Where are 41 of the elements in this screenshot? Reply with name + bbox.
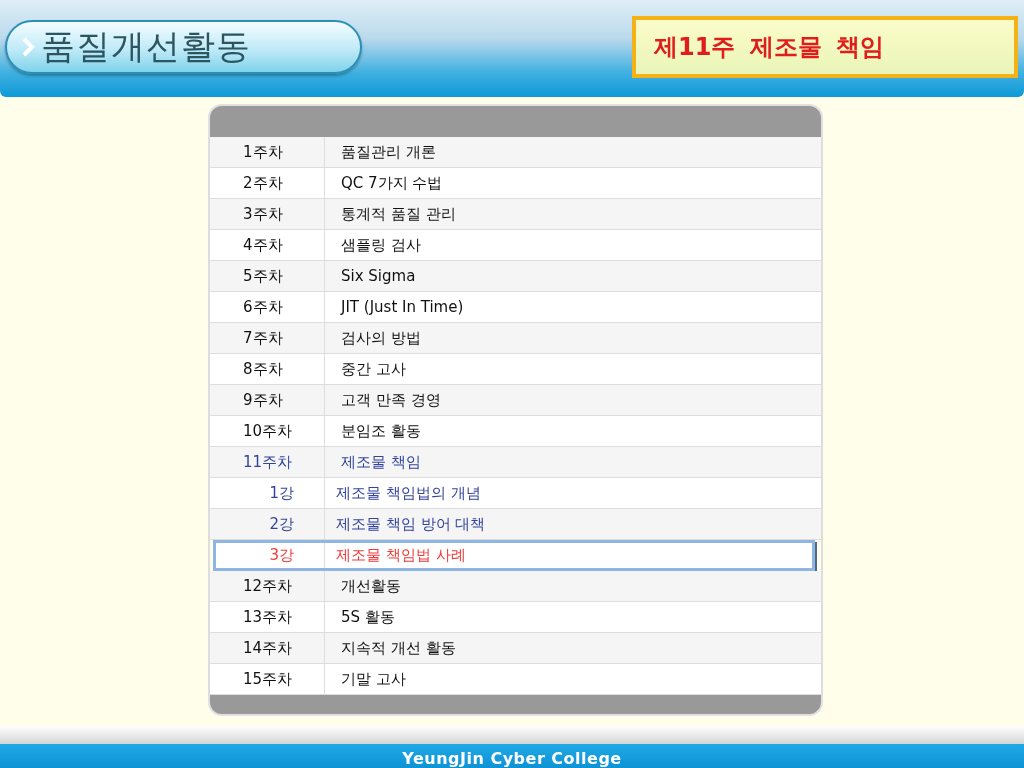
week-label[interactable]: 13주차 (243, 607, 293, 627)
week-title[interactable]: 중간 고사 (341, 359, 406, 379)
week-label[interactable]: 7주차 (243, 328, 283, 348)
week-title[interactable]: QC 7가지 수법 (341, 173, 443, 193)
lecture-title[interactable]: 제조물 책임법 사례 (336, 546, 466, 565)
lecture-label[interactable]: 2강 (269, 514, 294, 534)
chevron-icon (21, 35, 35, 58)
week-title[interactable]: 제조물 책임 (341, 452, 421, 472)
week-label[interactable]: 14주차 (243, 638, 293, 658)
week-title[interactable]: 검사의 방법 (341, 328, 421, 348)
college-name: YeungJin Cyber College (402, 748, 622, 768)
week-label[interactable]: 9주차 (243, 390, 283, 410)
week-title[interactable]: 기말 고사 (341, 669, 406, 689)
lecture-label[interactable]: 1강 (269, 483, 294, 503)
week-title[interactable]: 분임조 활동 (341, 421, 421, 441)
week-label[interactable]: 5주차 (243, 266, 283, 286)
week-label[interactable]: 10주차 (243, 421, 293, 441)
lecture-title[interactable]: 제조물 책임법의 개념 (336, 483, 481, 503)
week-title[interactable]: 지속적 개선 활동 (341, 638, 456, 658)
week-label[interactable]: 11주차 (243, 452, 293, 472)
course-title: 품질개선활동 (41, 24, 251, 68)
week-label[interactable]: 6주차 (243, 297, 283, 317)
lecture-label[interactable]: 3강 (269, 546, 294, 565)
week-title[interactable]: 고객 만족 경영 (341, 390, 441, 410)
current-topic: 제11주 제조물 책임 (632, 15, 1018, 78)
week-label[interactable]: 3주차 (243, 204, 283, 224)
week-title[interactable]: 품질관리 개론 (341, 142, 436, 162)
week-title[interactable]: 개선활동 (341, 576, 401, 596)
week-title[interactable]: 5S 활동 (341, 607, 395, 627)
week-title[interactable]: 통계적 품질 관리 (341, 204, 456, 224)
week-label[interactable]: 4주차 (243, 235, 283, 255)
week-title[interactable]: 샘플링 검사 (341, 235, 421, 255)
week-label[interactable]: 15주차 (243, 669, 293, 689)
lecture-title[interactable]: 제조물 책임 방어 대책 (336, 514, 486, 534)
week-label[interactable]: 1주차 (243, 142, 283, 162)
week-title[interactable]: JIT (Just In Time) (341, 298, 464, 316)
selected-row-frame[interactable]: 3강 제조물 책임법 사례 (213, 540, 815, 571)
week-label[interactable]: 8주차 (243, 359, 283, 379)
week-label[interactable]: 12주차 (243, 576, 293, 596)
week-label[interactable]: 2주차 (243, 173, 283, 193)
week-title[interactable]: Six Sigma (341, 267, 416, 285)
